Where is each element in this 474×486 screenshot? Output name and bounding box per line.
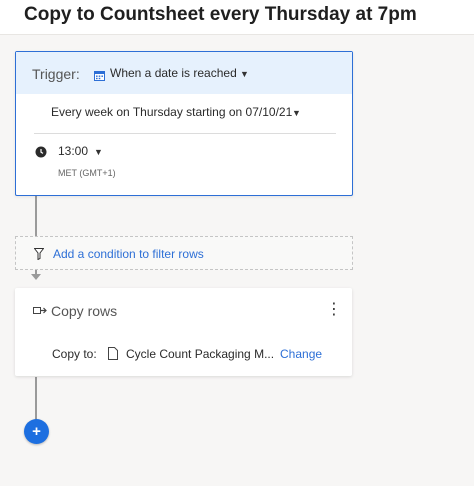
schedule-dropdown[interactable]: Every week on Thursday starting on 07/10… xyxy=(51,105,292,119)
page-title: Copy to Countsheet every Thursday at 7pm xyxy=(24,4,417,25)
action-title: Copy rows xyxy=(51,303,118,319)
more-vertical-icon[interactable]: ⋮ xyxy=(326,302,342,320)
copy-rows-icon xyxy=(33,304,47,316)
add-condition-link[interactable]: Add a condition to filter rows xyxy=(53,247,204,261)
trigger-card[interactable]: Trigger: When a date is reached ▼ Every … xyxy=(15,51,353,196)
connector-arrow xyxy=(31,274,41,280)
trigger-type-dropdown[interactable]: When a date is reached xyxy=(110,66,237,80)
divider xyxy=(34,133,336,134)
sheet-icon xyxy=(108,347,118,360)
action-card-copy-rows[interactable]: Copy rows ⋮ Copy to: Cycle Count Packagi… xyxy=(15,288,352,376)
calendar-icon xyxy=(94,68,105,81)
add-step-button[interactable]: + xyxy=(24,419,49,444)
trigger-header: Trigger: When a date is reached ▼ xyxy=(16,52,352,94)
time-dropdown[interactable]: 13:00 xyxy=(58,144,88,158)
chevron-down-icon[interactable]: ▼ xyxy=(240,69,249,79)
add-condition-row[interactable]: Add a condition to filter rows xyxy=(15,236,353,270)
filter-icon xyxy=(33,247,45,261)
connector-line xyxy=(35,377,37,420)
timezone-label: MET (GMT+1) xyxy=(58,168,116,178)
trigger-label: Trigger: xyxy=(32,66,80,82)
chevron-down-icon[interactable]: ▼ xyxy=(292,108,301,118)
header-bar: Copy to Countsheet every Thursday at 7pm xyxy=(0,0,474,35)
chevron-down-icon[interactable]: ▼ xyxy=(94,147,103,157)
target-sheet-name: Cycle Count Packaging M... xyxy=(126,347,274,361)
connector-line xyxy=(35,195,37,236)
change-target-link[interactable]: Change xyxy=(280,347,322,361)
clock-icon xyxy=(35,145,47,158)
copy-to-label: Copy to: xyxy=(52,347,97,361)
